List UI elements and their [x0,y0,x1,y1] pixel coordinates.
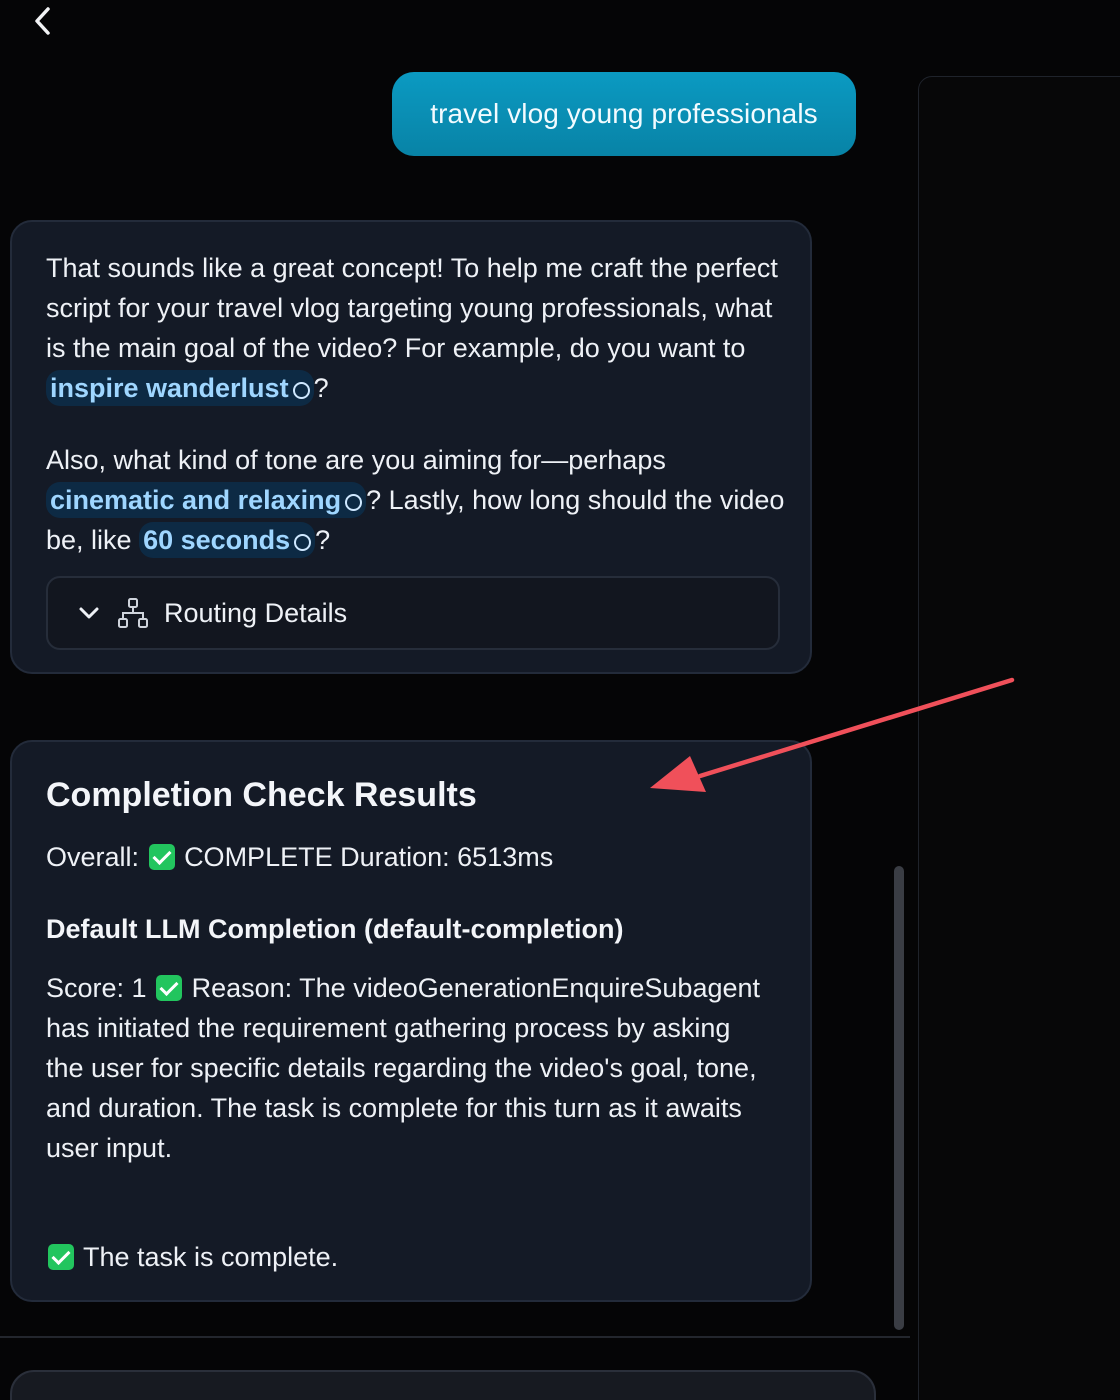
overall-status-line: Overall: COMPLETE Duration: 6513ms [46,842,553,873]
chevron-down-icon [76,600,102,626]
assistant-paragraph-2: Also, what kind of tone are you aiming f… [46,440,786,560]
chip-label: 60 seconds [143,525,291,555]
chat-page: travel vlog young professionals That sou… [0,0,1120,1400]
routing-details-toggle[interactable]: Routing Details [46,576,780,650]
overall-status: COMPLETE [184,842,333,872]
assistant-text: ? [315,525,331,555]
assistant-paragraph-1: That sounds like a great concept! To hel… [46,248,786,408]
score-label: Score: 1 [46,973,147,1003]
assistant-message-card: That sounds like a great concept! To hel… [10,220,812,674]
check-mark-icon [48,1244,74,1270]
assistant-text: Also, what kind of tone are you aiming f… [46,445,666,475]
completion-subtitle: Default LLM Completion (default-completi… [46,914,624,944]
hierarchy-icon [116,596,150,630]
divider [0,1336,910,1338]
side-panel [918,76,1120,1400]
circle-icon [294,534,312,551]
back-button[interactable] [28,6,58,40]
routing-details-label: Routing Details [164,597,348,628]
suggestion-chip-wanderlust[interactable]: inspire wanderlust [46,370,314,406]
assistant-text: ? [313,373,329,403]
scrollbar-thumb[interactable] [894,866,904,1330]
circle-icon [345,494,363,511]
circle-icon [292,382,310,399]
user-message-bubble: travel vlog young professionals [392,72,856,156]
check-mark-icon [156,975,183,1001]
assistant-text: That sounds like a great concept! To hel… [46,253,778,363]
final-status-line: The task is complete. [46,1242,338,1273]
final-text: The task is complete. [83,1242,339,1272]
chip-label: inspire wanderlust [50,373,289,403]
duration-text: Duration: 6513ms [340,842,554,872]
score-reason-block: Score: 1 Reason: The videoGenerationEnqu… [46,968,766,1168]
completion-check-title: Completion Check Results [46,776,477,814]
chevron-left-icon [32,6,54,41]
suggestion-chip-cinematic[interactable]: cinematic and relaxing [46,482,367,518]
reason-text: Reason: The videoGenerationEnquireSubage… [46,973,761,1163]
check-mark-icon [148,844,175,870]
message-input-container[interactable] [10,1370,876,1400]
user-message-text: travel vlog young professionals [430,98,818,129]
completion-check-card: Completion Check Results Overall: COMPLE… [10,740,812,1302]
overall-label: Overall: [46,842,140,872]
suggestion-chip-duration[interactable]: 60 seconds [139,522,316,558]
chip-label: cinematic and relaxing [50,485,342,515]
